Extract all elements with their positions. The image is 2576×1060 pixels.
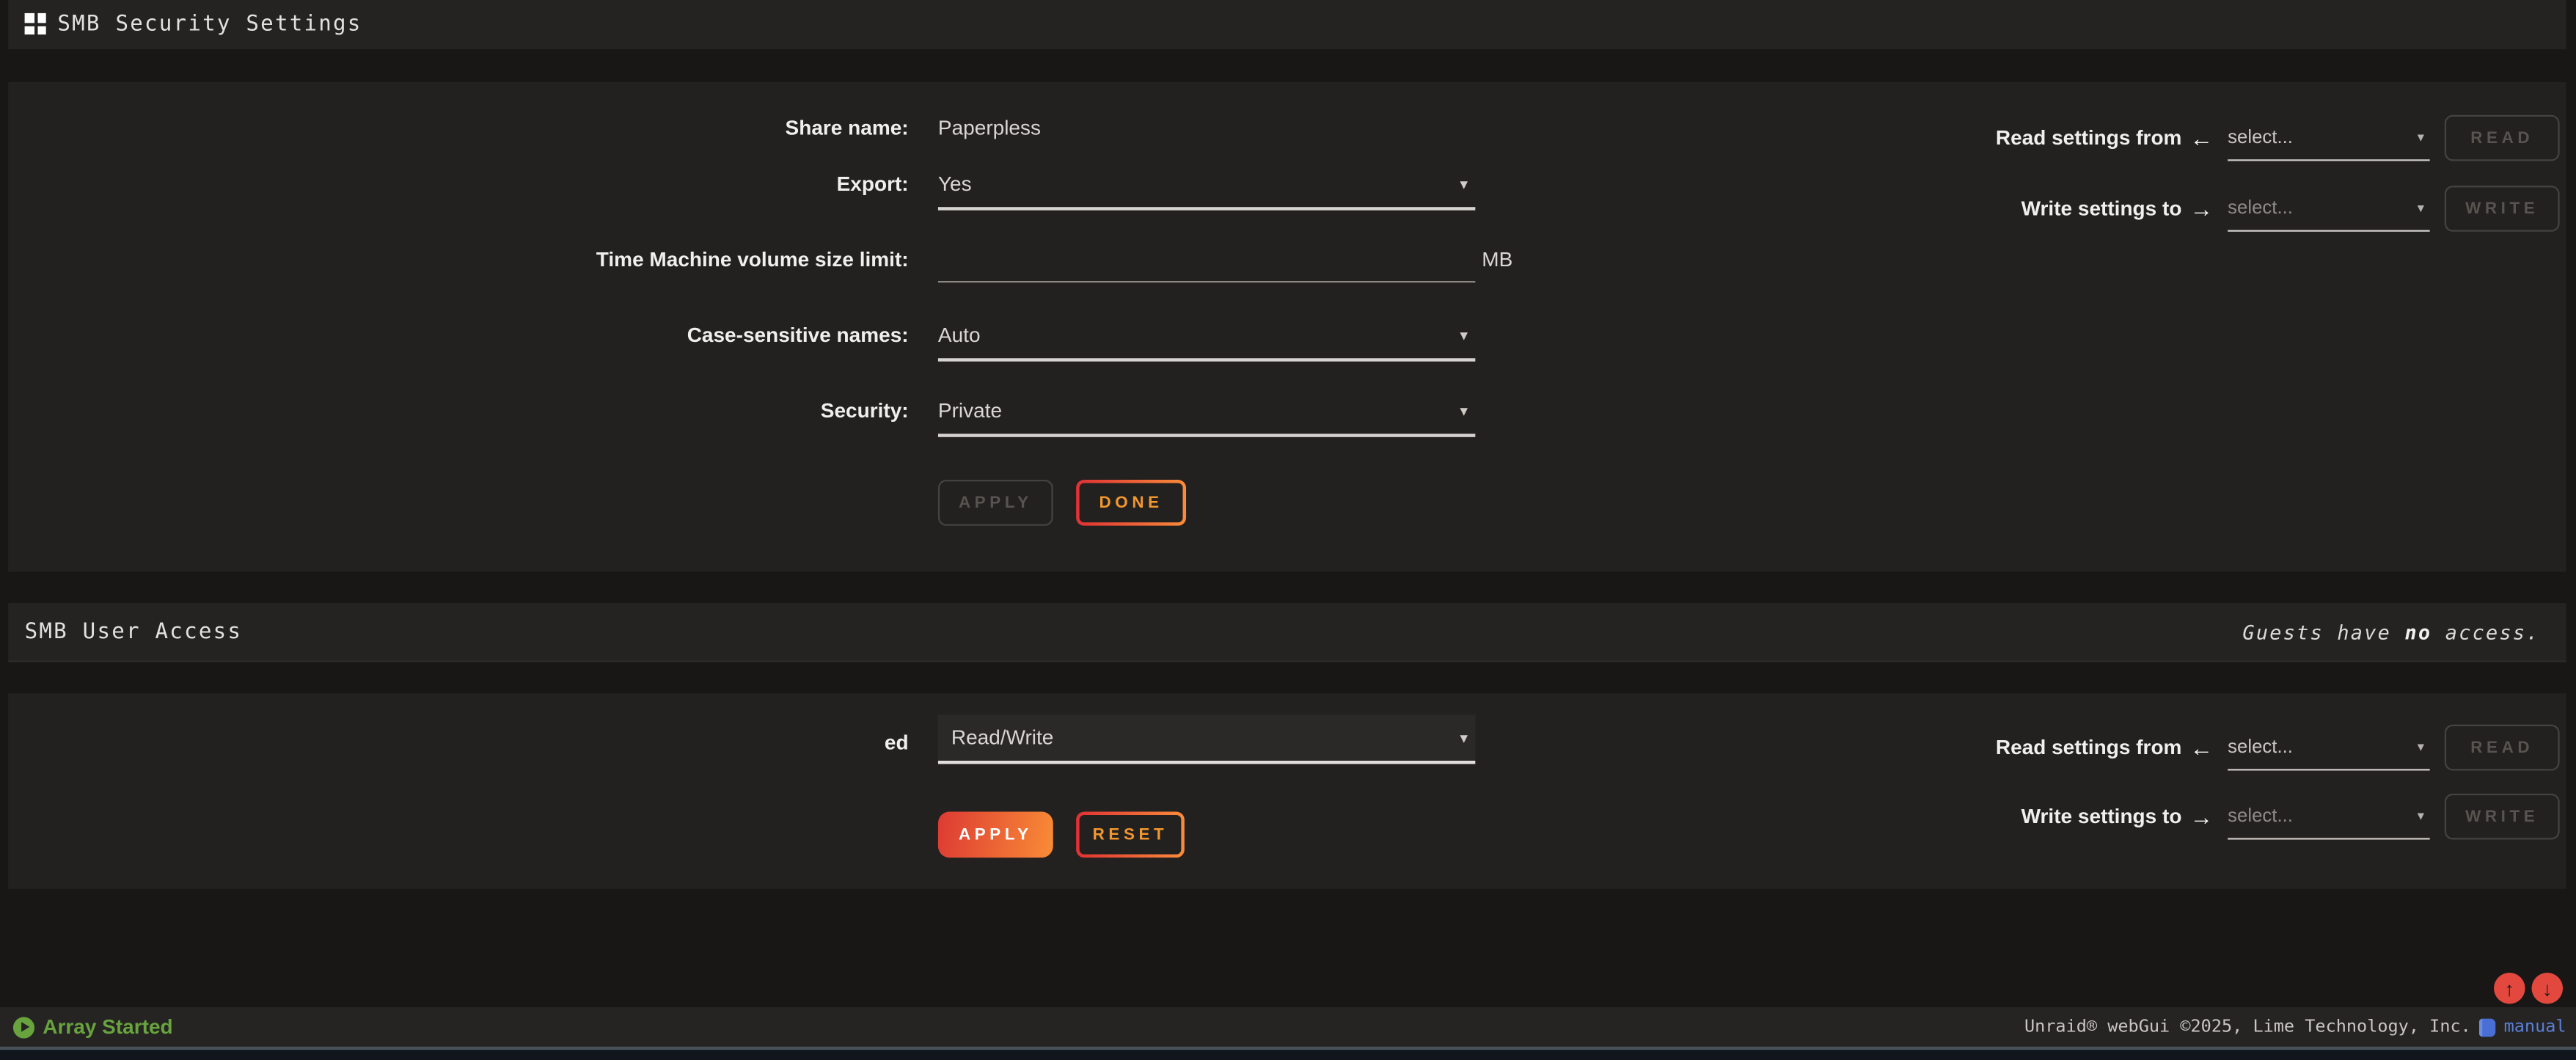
- guest-access-note-bold: no: [2405, 621, 2432, 643]
- chevron-down-icon: ▼: [1457, 731, 1471, 745]
- scroll-to-bottom-button[interactable]: ↓: [2532, 973, 2564, 1004]
- export-select-value: Yes: [938, 172, 972, 195]
- write-settings-select-value: select...: [2228, 199, 2293, 219]
- footer-bar: Array Started Unraid® webGui ©2025, Lime…: [0, 1007, 2576, 1047]
- chevron-down-icon: ▼: [1457, 403, 1471, 418]
- export-label: Export:: [8, 172, 908, 195]
- arrow-down-icon: ↓: [2542, 977, 2552, 1000]
- apply-button[interactable]: APPLY: [938, 811, 1053, 858]
- chevron-down-icon: ▼: [2415, 742, 2427, 753]
- smb-security-panel: Share name: Paperpless Export: Yes ▼ Tim…: [8, 82, 2566, 571]
- user-access-select-value: Read/Write: [951, 726, 1054, 749]
- chevron-down-icon: ▼: [1457, 328, 1471, 343]
- read-settings-label: Read settings from ←: [1906, 115, 2213, 161]
- tm-limit-input[interactable]: [938, 237, 1475, 283]
- arrow-right-icon: →: [2190, 196, 2213, 222]
- write-settings-select[interactable]: select... ▼: [2228, 187, 2429, 231]
- section-title-smb-user-access: SMB User Access: [25, 619, 243, 644]
- write-settings-row: Write settings to → select... ▼ WRITE: [1906, 794, 2563, 840]
- read-settings-select-value: select...: [2228, 128, 2293, 148]
- copyright-text: Unraid® webGui ©2025, Lime Technology, I…: [2024, 1017, 2471, 1037]
- footer-right: Unraid® webGui ©2025, Lime Technology, I…: [2024, 1007, 2566, 1047]
- write-button[interactable]: WRITE: [2445, 186, 2560, 232]
- array-status-text: Array Started: [43, 1015, 172, 1038]
- case-sensitive-label: Case-sensitive names:: [8, 324, 908, 346]
- section-header-smb-security: SMB Security Settings: [8, 0, 2566, 49]
- security-label: Security:: [8, 399, 908, 422]
- arrow-up-icon: ↑: [2505, 977, 2514, 1000]
- apply-button[interactable]: APPLY: [938, 480, 1053, 526]
- read-settings-select[interactable]: select... ▼: [2228, 726, 2429, 770]
- write-settings-label-text: Write settings to: [2021, 197, 2182, 220]
- security-select-value: Private: [938, 399, 1002, 422]
- array-started-icon: [13, 1016, 34, 1037]
- write-settings-row: Write settings to → select... ▼ WRITE: [1906, 186, 2563, 232]
- reset-button[interactable]: RESET: [1076, 811, 1185, 858]
- read-settings-row: Read settings from ← select... ▼ READ: [1906, 725, 2563, 771]
- write-settings-select-value: select...: [2228, 807, 2293, 827]
- case-sensitive-select-value: Auto: [938, 324, 981, 346]
- write-settings-select[interactable]: select... ▼: [2228, 795, 2429, 839]
- guest-access-note-suffix: access.: [2432, 621, 2539, 643]
- read-settings-label-text: Read settings from: [1996, 736, 2182, 759]
- share-name-label: Share name:: [8, 117, 908, 139]
- guest-access-note-prefix: Guests have: [2242, 621, 2404, 643]
- read-settings-label: Read settings from ←: [1906, 725, 2213, 771]
- export-select[interactable]: Yes ▼: [938, 161, 1475, 211]
- user-access-select[interactable]: Read/Write ▼: [938, 714, 1475, 764]
- arrow-left-icon: ←: [2190, 734, 2213, 761]
- case-sensitive-select[interactable]: Auto ▼: [938, 312, 1475, 362]
- guest-access-note: Guests have no access.: [2242, 621, 2539, 643]
- tm-limit-unit: MB: [1482, 248, 1512, 271]
- windows-smb-icon: [25, 13, 46, 34]
- read-button[interactable]: READ: [2445, 725, 2560, 771]
- user-label: ed: [8, 731, 908, 754]
- tm-limit-label: Time Machine volume size limit:: [8, 248, 908, 271]
- done-button[interactable]: DONE: [1076, 480, 1186, 526]
- read-settings-select-value: select...: [2228, 738, 2293, 758]
- read-settings-select[interactable]: select... ▼: [2228, 117, 2429, 161]
- write-settings-label-text: Write settings to: [2021, 805, 2182, 828]
- share-name-value: Paperpless: [938, 117, 1475, 139]
- arrow-right-icon: →: [2190, 803, 2213, 830]
- arrow-left-icon: ←: [2190, 125, 2213, 151]
- chevron-down-icon: ▼: [2415, 132, 2427, 144]
- read-settings-row: Read settings from ← select... ▼ READ: [1906, 115, 2563, 161]
- smb-user-access-panel: ed Read/Write ▼ APPLY RESET Read setting…: [8, 693, 2566, 889]
- security-select[interactable]: Private ▼: [938, 388, 1475, 437]
- chevron-down-icon: ▼: [1457, 177, 1471, 191]
- write-settings-label: Write settings to →: [1906, 186, 2213, 232]
- section-header-smb-user-access: SMB User Access Guests have no access.: [8, 603, 2566, 662]
- section-title-smb-security: SMB Security Settings: [57, 12, 362, 37]
- write-settings-label: Write settings to →: [1906, 794, 2213, 840]
- book-icon: [2479, 1018, 2495, 1037]
- read-button[interactable]: READ: [2445, 115, 2560, 161]
- scroll-to-top-button[interactable]: ↑: [2494, 973, 2525, 1004]
- manual-link[interactable]: manual: [2504, 1017, 2566, 1037]
- chevron-down-icon: ▼: [2415, 811, 2427, 822]
- page: SMB Security Settings Share name: Paperp…: [0, 0, 2576, 1060]
- window-edge: [0, 1050, 2576, 1059]
- chevron-down-icon: ▼: [2415, 203, 2427, 215]
- write-button[interactable]: WRITE: [2445, 794, 2560, 840]
- array-status: Array Started: [13, 1007, 173, 1047]
- read-settings-label-text: Read settings from: [1996, 126, 2182, 149]
